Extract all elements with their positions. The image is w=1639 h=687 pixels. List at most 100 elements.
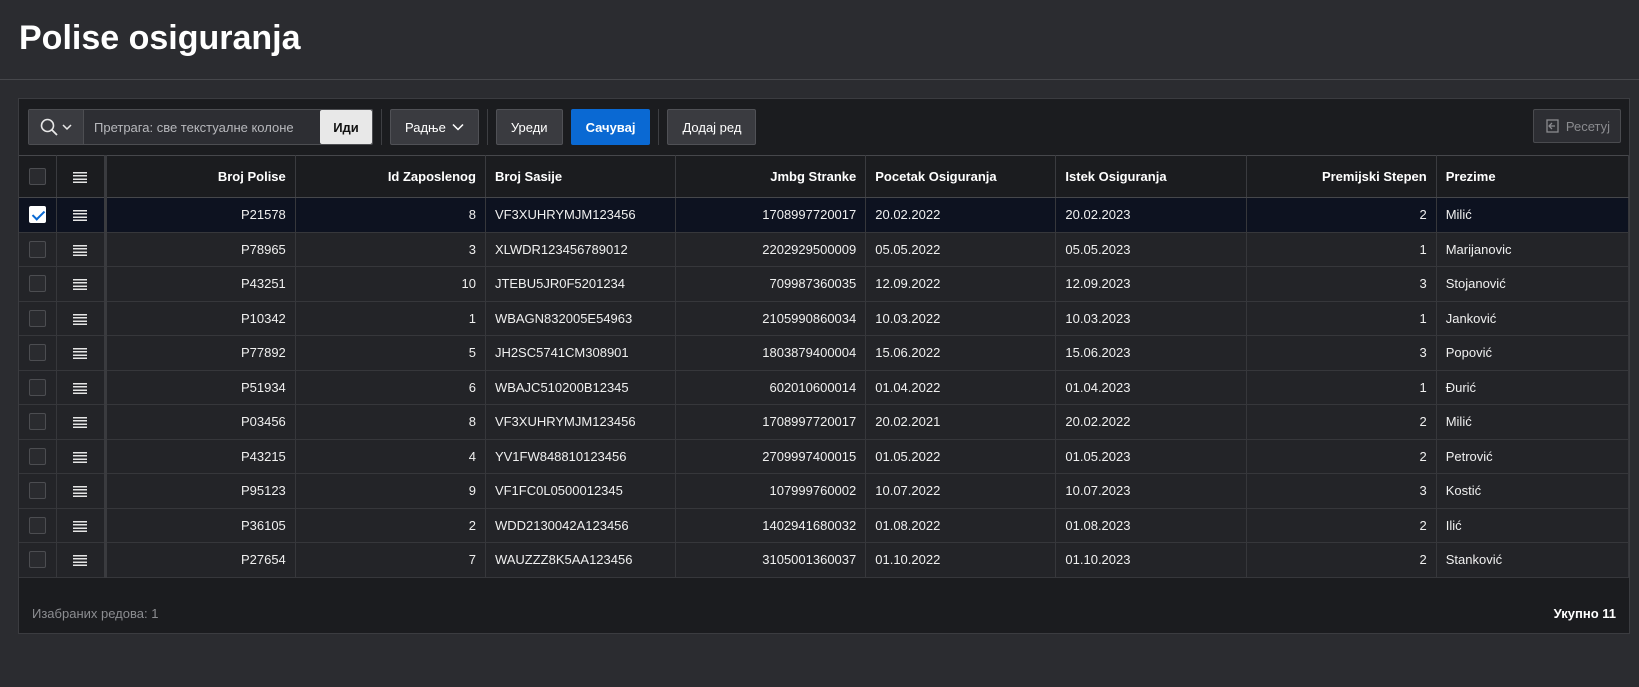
row-actions-icon[interactable] [73,520,88,532]
row-select-cell[interactable] [19,542,58,578]
table-cell[interactable]: 4 [295,439,486,474]
row-select-cell[interactable] [19,473,58,509]
row-checkbox[interactable] [29,275,47,293]
table-cell[interactable]: 05.05.2022 [865,232,1057,267]
table-cell[interactable]: 3 [295,232,486,267]
table-cell[interactable]: 2 [1246,197,1437,233]
table-row[interactable]: P51934 6 WBAJC510200B12345 602010600014 01.0… [19,370,1630,405]
row-actions-icon[interactable] [73,486,88,498]
table-cell[interactable]: 10.07.2023 [1055,473,1247,509]
table-cell[interactable]: 1402941680032 [675,508,867,543]
row-select-cell[interactable] [19,266,58,302]
table-row[interactable]: P43251 10 JTEBU5JR0F5201234 709987360035 12.… [19,266,1630,302]
row-actions-cell[interactable] [56,232,107,267]
row-actions-icon[interactable] [73,417,88,429]
row-select-cell[interactable] [19,301,58,336]
table-cell[interactable]: P27654 [105,542,296,578]
row-actions-icon[interactable] [73,555,88,567]
row-actions-icon[interactable] [73,244,88,256]
table-cell[interactable]: Popović [1436,335,1630,371]
table-cell[interactable]: 2709997400015 [675,439,867,474]
table-cell[interactable]: 01.10.2023 [1055,542,1247,578]
table-row[interactable]: P43215 4 YV1FW848810123456 2709997400015 01.… [19,439,1630,474]
table-cell[interactable]: 2 [1246,542,1437,578]
table-row[interactable]: P36105 2 WDD2130042A123456 1402941680032 01.… [19,508,1630,543]
column-header[interactable]: Premijski Stepen [1246,155,1437,198]
table-cell[interactable]: 2202929500009 [675,232,867,267]
table-cell[interactable]: 602010600014 [675,370,867,405]
row-select-cell[interactable] [19,370,58,405]
table-cell[interactable]: 709987360035 [675,266,867,302]
table-cell[interactable]: 10.03.2023 [1055,301,1247,336]
row-actions-icon[interactable] [73,172,88,184]
table-cell[interactable]: WAUZZZ8K5AA123456 [485,542,677,578]
table-cell[interactable]: Đurić [1436,370,1630,405]
table-cell[interactable]: P43251 [105,266,296,302]
row-actions-icon[interactable] [73,313,88,325]
select-all-cell[interactable] [19,155,58,198]
table-cell[interactable]: JH2SC5741CM308901 [485,335,677,371]
table-cell[interactable]: VF3XUHRYMJM123456 [485,404,677,440]
column-header[interactable]: Jmbg Stranke [675,155,867,198]
column-header[interactable]: Broj Sasije [485,155,677,198]
table-cell[interactable]: 20.02.2021 [865,404,1057,440]
table-cell[interactable]: 1 [1246,370,1437,405]
table-cell[interactable]: 6 [295,370,486,405]
table-cell[interactable]: 1803879400004 [675,335,867,371]
row-checkbox[interactable] [29,206,47,224]
table-cell[interactable]: 01.05.2022 [865,439,1057,474]
table-cell[interactable]: P95123 [105,473,296,509]
row-checkbox[interactable] [29,482,47,500]
search-column-selector[interactable] [29,110,84,144]
table-cell[interactable]: 01.04.2022 [865,370,1057,405]
table-cell[interactable]: 2 [1246,404,1437,440]
table-cell[interactable]: 12.09.2023 [1055,266,1247,302]
row-checkbox[interactable] [29,516,47,534]
row-checkbox[interactable] [29,309,47,327]
column-header[interactable]: Id Zaposlenog [295,155,486,198]
row-actions-cell[interactable] [56,335,107,371]
table-cell[interactable]: Kostić [1436,473,1630,509]
table-cell[interactable]: Ilić [1436,508,1630,543]
table-cell[interactable]: 1708997720017 [675,197,867,233]
table-cell[interactable]: 9 [295,473,486,509]
table-cell[interactable]: WDD2130042A123456 [485,508,677,543]
search-input[interactable] [84,110,320,144]
add-row-button[interactable]: Додај ред [667,109,757,145]
table-cell[interactable]: 8 [295,197,486,233]
table-cell[interactable]: 2 [1246,439,1437,474]
table-cell[interactable]: Stanković [1436,542,1630,578]
row-actions-cell[interactable] [56,508,107,543]
row-select-cell[interactable] [19,197,58,233]
edit-button[interactable]: Уреди [495,109,563,145]
table-row[interactable]: P21578 8 VF3XUHRYMJM123456 1708997720017 20.… [19,197,1630,233]
table-cell[interactable]: 1 [1246,232,1437,267]
table-cell[interactable]: 10.07.2022 [865,473,1057,509]
table-cell[interactable]: 8 [295,404,486,440]
row-checkbox[interactable] [29,344,47,362]
table-cell[interactable]: 5 [295,335,486,371]
table-cell[interactable]: 7 [295,542,486,578]
table-row[interactable]: P03456 8 VF3XUHRYMJM123456 1708997720017 20.… [19,404,1630,440]
row-actions-cell[interactable] [56,370,107,405]
table-cell[interactable]: 20.02.2022 [865,197,1057,233]
reset-button[interactable]: Ресетуј [1532,109,1621,143]
table-cell[interactable]: Janković [1436,301,1630,336]
table-cell[interactable]: 15.06.2022 [865,335,1057,371]
table-cell[interactable]: 2 [1246,508,1437,543]
table-cell[interactable]: P21578 [105,197,296,233]
table-cell[interactable]: 01.08.2022 [865,508,1057,543]
table-row[interactable]: P10342 1 WBAGN832005E54963 2105990860034 10.… [19,301,1630,336]
row-select-cell[interactable] [19,404,58,440]
row-actions-icon[interactable] [73,451,88,463]
row-actions-cell[interactable] [56,404,107,440]
table-cell[interactable]: Stojanović [1436,266,1630,302]
table-cell[interactable]: 3105001360037 [675,542,867,578]
table-row[interactable]: P27654 7 WAUZZZ8K5AA123456 3105001360037 01.… [19,542,1630,578]
table-cell[interactable]: 10.03.2022 [865,301,1057,336]
row-select-cell[interactable] [19,439,58,474]
row-actions-icon[interactable] [73,210,88,222]
header-actions-cell[interactable] [56,155,107,198]
row-checkbox[interactable] [29,447,47,465]
table-cell[interactable]: 1 [1246,301,1437,336]
